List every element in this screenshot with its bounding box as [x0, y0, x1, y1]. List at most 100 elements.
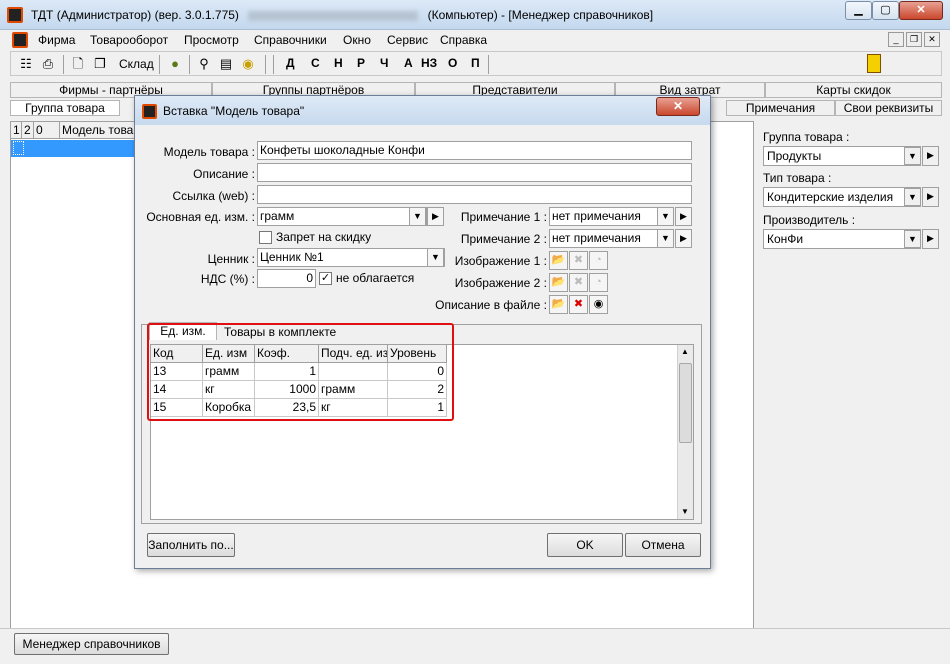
- grid-header-1[interactable]: 1: [11, 122, 22, 139]
- menu-spravka[interactable]: Справка: [440, 33, 487, 47]
- maximize-button[interactable]: ▢: [872, 1, 899, 20]
- open-folder-icon[interactable]: 📂: [549, 295, 568, 314]
- dialog-close-button[interactable]: ✕: [656, 97, 700, 116]
- tab-svoi-rekvizity[interactable]: Свои реквизиты: [835, 100, 942, 116]
- scroll-down-icon[interactable]: ▼: [681, 507, 689, 516]
- copy-documents-icon[interactable]: ❐: [91, 55, 109, 73]
- chevron-down-icon[interactable]: ▼: [904, 230, 921, 248]
- note2-open-button[interactable]: ▶: [675, 229, 692, 248]
- price-tag-label: Ценник :: [207, 252, 255, 266]
- price-tag-combo[interactable]: Ценник №1: [257, 248, 445, 267]
- chevron-down-icon[interactable]: ▼: [904, 147, 921, 165]
- maker-open-button[interactable]: ▶: [922, 229, 939, 249]
- letter-button-s[interactable]: С: [311, 56, 320, 70]
- discount-ban-label: Запрет на скидку: [276, 230, 372, 244]
- close-button[interactable]: ✕: [899, 1, 943, 20]
- description-input[interactable]: [257, 163, 692, 182]
- grid-header-0[interactable]: 0: [34, 122, 60, 139]
- scroll-thumb[interactable]: [679, 363, 692, 443]
- vat-exempt-checkbox[interactable]: ✓: [319, 272, 332, 285]
- model-label: Модель товара :: [163, 145, 255, 159]
- exit-door-icon[interactable]: [867, 54, 881, 73]
- letter-button-r[interactable]: Р: [357, 56, 365, 70]
- fill-by-button[interactable]: Заполнить по...: [147, 533, 235, 557]
- weblink-input[interactable]: [257, 185, 692, 204]
- chevron-down-icon[interactable]: ▼: [657, 229, 674, 248]
- tree-icon[interactable]: ☷: [17, 55, 35, 73]
- grid-focus-cell: [13, 141, 24, 155]
- mdi-close-button[interactable]: ✕: [924, 32, 940, 47]
- note2-combo[interactable]: нет примечания: [549, 229, 674, 248]
- grid-header-model[interactable]: Модель товар: [60, 122, 136, 139]
- mdi-minimize-button[interactable]: _: [888, 32, 904, 47]
- maker-label: Производитель :: [763, 213, 856, 227]
- ok-button[interactable]: OK: [547, 533, 623, 557]
- letter-button-o[interactable]: О: [448, 56, 457, 70]
- toolbar-separator: [273, 55, 274, 74]
- vat-input[interactable]: 0: [257, 269, 316, 288]
- basket-icon[interactable]: ●: [166, 55, 184, 73]
- base-unit-combo[interactable]: грамм: [257, 207, 427, 226]
- model-input[interactable]: Конфеты шоколадные Конфи: [257, 141, 692, 160]
- mdi-restore-button[interactable]: ❐: [906, 32, 922, 47]
- menu-tovarooborot[interactable]: Товарооборот: [90, 33, 168, 47]
- type-combo[interactable]: Кондитерские изделия: [763, 187, 921, 207]
- search-icon[interactable]: ⚲: [195, 55, 213, 73]
- task-button-manager[interactable]: Менеджер справочников: [14, 633, 169, 655]
- window-titlebar: ТДТ (Администратор) (вер. 3.0.1.775) (Ко…: [0, 0, 950, 30]
- letter-button-n[interactable]: Н: [334, 56, 343, 70]
- grid-header-2[interactable]: 2: [22, 122, 34, 139]
- minimize-button[interactable]: ▁: [845, 1, 872, 20]
- vat-label: НДС (%) :: [200, 272, 255, 286]
- calculator-icon[interactable]: ▤: [217, 55, 235, 73]
- letter-button-nz[interactable]: НЗ: [421, 56, 437, 70]
- group-combo[interactable]: Продукты: [763, 146, 921, 166]
- coin-icon[interactable]: ◉: [239, 55, 257, 73]
- group-open-button[interactable]: ▶: [922, 146, 939, 166]
- discount-ban-checkbox[interactable]: [259, 231, 272, 244]
- letter-button-ch[interactable]: Ч: [380, 56, 388, 70]
- chevron-down-icon[interactable]: ▼: [904, 188, 921, 206]
- menu-spravochniki[interactable]: Справочники: [254, 33, 327, 47]
- cancel-button[interactable]: Отмена: [625, 533, 701, 557]
- toolbar-separator: [159, 55, 160, 74]
- group-label: Группа товара :: [763, 130, 850, 144]
- tab-gruppa-tovara[interactable]: Группа товара: [10, 100, 120, 116]
- open-folder-icon[interactable]: 📂: [549, 273, 568, 292]
- menu-firma[interactable]: Фирма: [38, 33, 75, 47]
- base-unit-label: Основная ед. изм. :: [146, 210, 255, 224]
- vat-exempt-label: не облагается: [336, 271, 415, 285]
- mdi-child-icon: [12, 32, 28, 48]
- new-document-icon[interactable]: 🗋: [69, 55, 87, 73]
- note1-combo[interactable]: нет примечания: [549, 207, 674, 226]
- chevron-down-icon[interactable]: ▼: [657, 207, 674, 226]
- vertical-scrollbar[interactable]: ▲ ▼: [677, 345, 693, 519]
- letter-button-d[interactable]: Д: [286, 56, 295, 70]
- note1-open-button[interactable]: ▶: [675, 207, 692, 226]
- eye-icon[interactable]: ◉: [589, 295, 608, 314]
- menu-prosmotr[interactable]: Просмотр: [184, 33, 239, 47]
- view-icon: ◔: [589, 251, 608, 270]
- tab-primechaniya[interactable]: Примечания: [726, 100, 835, 116]
- toolbar-separator: [63, 55, 64, 74]
- letter-button-a[interactable]: А: [404, 56, 413, 70]
- blurred-serial: [248, 10, 419, 21]
- print-icon[interactable]: ⎙: [39, 55, 57, 73]
- menu-servis[interactable]: Сервис: [387, 33, 428, 47]
- open-folder-icon[interactable]: 📂: [549, 251, 568, 270]
- scroll-up-icon[interactable]: ▲: [681, 347, 689, 356]
- chevron-down-icon[interactable]: ▼: [409, 207, 426, 226]
- type-open-button[interactable]: ▶: [922, 187, 939, 207]
- weblink-label: Ссылка (web) :: [172, 189, 256, 203]
- sklad-button[interactable]: Склад: [119, 57, 154, 71]
- image1-label: Изображение 1 :: [454, 254, 547, 268]
- maker-combo[interactable]: КонФи: [763, 229, 921, 249]
- insert-model-dialog: Вставка "Модель товара" ✕ Модель товара …: [134, 95, 711, 569]
- view-icon: ◔: [589, 273, 608, 292]
- grid-selected-row[interactable]: [11, 140, 136, 157]
- delete-icon[interactable]: ✖: [569, 295, 588, 314]
- menu-okno[interactable]: Окно: [343, 33, 371, 47]
- tab-karty-skidok[interactable]: Карты скидок: [765, 82, 942, 98]
- letter-button-p[interactable]: П: [471, 56, 480, 70]
- dialog-titlebar: Вставка "Модель товара" ✕: [135, 96, 710, 125]
